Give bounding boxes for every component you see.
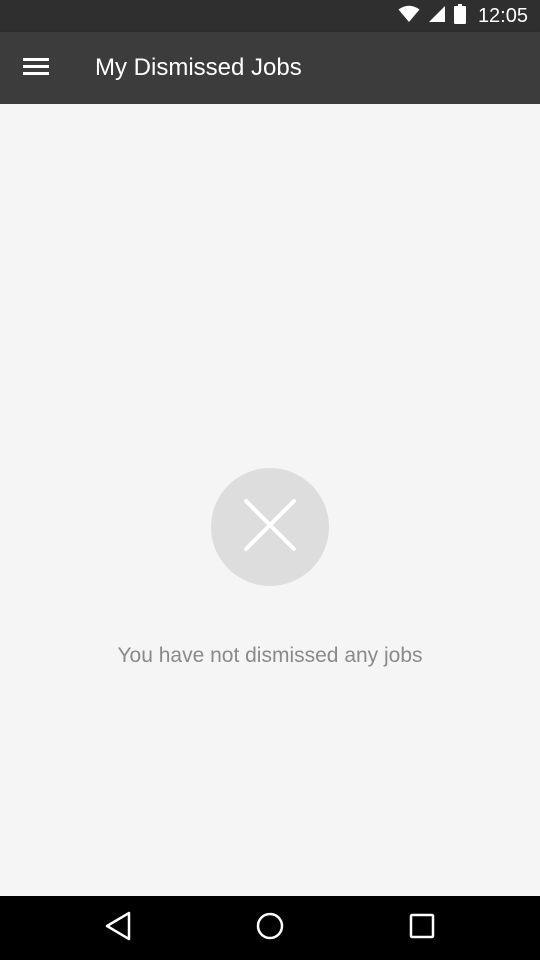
back-button[interactable] [98, 908, 138, 948]
close-icon [243, 498, 297, 557]
empty-state-icon [211, 468, 329, 586]
home-button[interactable] [250, 908, 290, 948]
signal-icon [428, 5, 446, 28]
page-title: My Dismissed Jobs [95, 54, 302, 81]
recents-icon [409, 913, 435, 944]
system-nav-bar [0, 896, 540, 960]
menu-button[interactable] [12, 44, 60, 92]
status-bar: 12:05 [0, 0, 540, 32]
empty-state-message: You have not dismissed any jobs [117, 644, 423, 667]
status-icons: 12:05 [398, 0, 528, 32]
home-icon [255, 911, 285, 946]
app-bar: My Dismissed Jobs [0, 32, 540, 104]
recents-button[interactable] [402, 908, 442, 948]
status-time: 12:05 [477, 4, 528, 27]
empty-state: You have not dismissed any jobs [0, 104, 540, 896]
battery-icon [453, 3, 466, 29]
hamburger-menu-icon [23, 56, 49, 81]
screen: 12:05 My Dismissed Jobs You have not dis… [0, 0, 540, 960]
wifi-icon [398, 5, 420, 28]
back-icon [104, 911, 132, 946]
